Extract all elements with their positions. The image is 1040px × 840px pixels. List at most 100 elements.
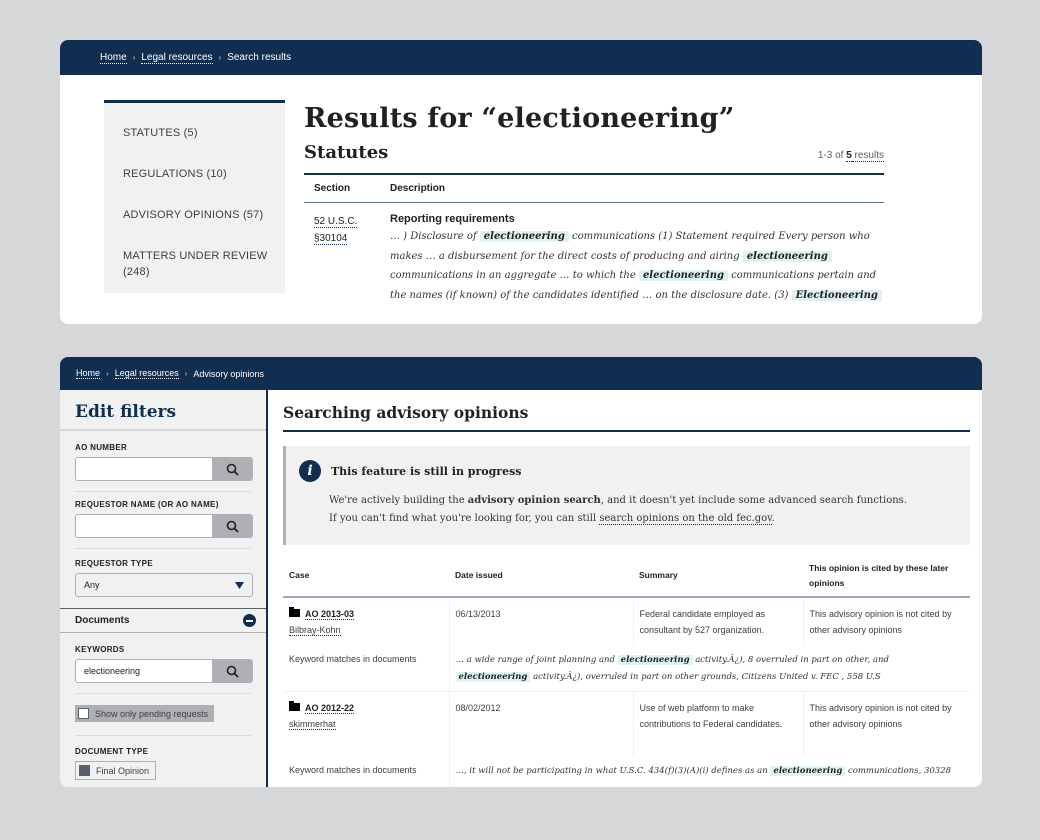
- breadcrumb-separator-icon: ›: [184, 369, 188, 378]
- breadcrumb-home[interactable]: Home: [76, 368, 101, 379]
- keywords-input[interactable]: [76, 660, 212, 682]
- section-title: Statutes: [304, 142, 389, 163]
- summary: Federal candidate employed as consultant…: [633, 597, 804, 645]
- chevron-down-icon: [235, 581, 244, 589]
- folder-icon: [289, 701, 300, 711]
- advisory-opinions-table: Case Date issued Summary This opinion is…: [283, 555, 970, 785]
- requestor-type-label: REQUESTOR TYPE: [75, 559, 153, 568]
- column-header-summary: Summary: [633, 555, 803, 598]
- filters-sidebar: Edit filters AO NUMBER REQUESTOR NAME (O…: [60, 390, 268, 787]
- folder-icon: [289, 607, 300, 617]
- final-opinion-label: Final Opinion: [96, 765, 150, 776]
- breadcrumb-current: Advisory opinions: [193, 368, 264, 379]
- notice-heading: This feature is still in progress: [331, 464, 522, 478]
- final-opinion-checkbox[interactable]: Final Opinion: [75, 761, 157, 780]
- column-header-section: Section: [314, 183, 351, 194]
- requestor-name-input[interactable]: [76, 515, 212, 537]
- document-type-filter: DOCUMENT TYPE Final Opinion: [60, 736, 266, 781]
- column-header-case: Case: [283, 555, 449, 598]
- date-issued: 06/13/2013: [449, 597, 634, 645]
- page-title: Searching advisory opinions: [283, 390, 970, 432]
- old-fec-search-link[interactable]: search opinions on the old fec.gov: [599, 513, 772, 525]
- breadcrumb-separator-icon: ›: [132, 53, 136, 62]
- keyword-matches-label: Keyword matches in documents: [283, 755, 450, 785]
- keyword-matches-row: Keyword matches in documents …, it will …: [283, 755, 970, 785]
- results-count: 1-3 of 5 results: [817, 150, 884, 162]
- sidebar-item-regulations[interactable]: REGULATIONS (10): [123, 166, 273, 182]
- requestor-name-filter: REQUESTOR NAME (OR AO NAME): [60, 492, 266, 548]
- keyword-highlight: electioneering: [770, 765, 846, 776]
- summary: Use of web platform to make contribution…: [633, 691, 804, 756]
- ao-number-input[interactable]: [76, 458, 212, 480]
- statute-title: Reporting requirements: [390, 213, 515, 225]
- page-title: Results for “electioneering”: [304, 103, 735, 134]
- statute-snippet: … ) Disclosure of electioneering communi…: [390, 227, 884, 305]
- requestor-name-label: REQUESTOR NAME (OR AO NAME): [75, 500, 219, 509]
- results-main: Results for “electioneering” Statutes 1-…: [304, 100, 884, 305]
- pending-requests-checkbox[interactable]: Show only pending requests: [75, 705, 215, 722]
- category-sidebar: STATUTES (5) REGULATIONS (10) ADVISORY O…: [104, 100, 285, 293]
- documents-section-toggle[interactable]: Documents: [60, 608, 266, 633]
- document-type-label: DOCUMENT TYPE: [75, 747, 149, 756]
- requestor-type-select[interactable]: Any: [75, 573, 253, 597]
- case-name-link[interactable]: Bilbray-Kohn: [289, 625, 341, 636]
- statute-citation-link[interactable]: 52 U.S.C. §30104: [304, 213, 390, 305]
- table-row: AO 2013-03 Bilbray-Kohn 06/13/2013 Feder…: [283, 597, 970, 645]
- notice-body: We're actively building the advisory opi…: [329, 495, 907, 525]
- keywords-filter: KEYWORDS: [60, 633, 266, 693]
- keyword-highlight: electioneering: [617, 655, 693, 665]
- case-number-link[interactable]: AO 2013-03: [305, 609, 355, 620]
- documents-label: Documents: [75, 615, 130, 626]
- keyword-snippet: … a wide range of joint planning and ele…: [455, 655, 889, 682]
- checkbox-icon: [78, 708, 89, 719]
- pending-requests-label: Show only pending requests: [95, 708, 209, 719]
- sidebar-item-matters-under-review[interactable]: MATTERS UNDER REVIEW (248): [123, 248, 273, 280]
- breadcrumb-home[interactable]: Home: [100, 52, 127, 64]
- table-row: 52 U.S.C. §30104 Reporting requirements …: [304, 203, 884, 305]
- keyword-highlight: electioneering: [742, 250, 832, 262]
- requestor-name-search-button[interactable]: [212, 515, 252, 537]
- keywords-label: KEYWORDS: [75, 645, 125, 654]
- info-icon: i: [299, 460, 321, 482]
- search-results-panel: Home › Legal resources › Search results …: [60, 40, 982, 324]
- sidebar-item-advisory-opinions[interactable]: ADVISORY OPINIONS (57): [123, 207, 273, 223]
- keyword-matches-label: Keyword matches in documents: [283, 645, 450, 692]
- statutes-table-header: Section Description: [304, 173, 884, 203]
- keywords-search-button[interactable]: [212, 660, 252, 682]
- pending-filter: Show only pending requests: [60, 694, 266, 735]
- column-header-date: Date issued: [449, 555, 633, 598]
- breadcrumb-current: Search results: [227, 52, 292, 63]
- search-icon: [226, 665, 239, 678]
- case-name-link[interactable]: skimmerhat: [289, 719, 336, 730]
- breadcrumb-separator-icon: ›: [218, 53, 222, 62]
- requestor-type-value: Any: [84, 580, 100, 590]
- search-icon: [226, 463, 239, 476]
- breadcrumb-legal-resources[interactable]: Legal resources: [114, 368, 179, 379]
- breadcrumb-legal-resources[interactable]: Legal resources: [141, 52, 213, 64]
- requestor-type-filter: REQUESTOR TYPE Any: [60, 549, 266, 608]
- ao-number-search-button[interactable]: [212, 458, 252, 480]
- total-results-link[interactable]: 5: [846, 150, 852, 162]
- sidebar-item-statutes[interactable]: STATUTES (5): [123, 125, 273, 141]
- breadcrumb: Home › Legal resources › Advisory opinio…: [60, 357, 982, 390]
- column-header-cited: This opinion is cited by these later opi…: [803, 555, 970, 598]
- advisory-opinions-panel: Home › Legal resources › Advisory opinio…: [60, 357, 982, 787]
- keyword-highlight: electioneering: [638, 270, 728, 281]
- case-number-link[interactable]: AO 2012-22: [305, 703, 355, 714]
- advisory-opinions-main: Searching advisory opinions i This featu…: [283, 390, 970, 785]
- cited-by: This advisory opinion is not cited by ot…: [803, 691, 970, 756]
- collapse-icon[interactable]: [243, 614, 256, 627]
- keyword-highlight: Electioneering: [791, 289, 882, 301]
- cited-by: This advisory opinion is not cited by ot…: [809, 609, 952, 635]
- keyword-snippet: …, it will not be participating in what …: [455, 765, 952, 776]
- column-header-description: Description: [390, 183, 446, 194]
- ao-number-label: AO NUMBER: [75, 443, 128, 452]
- keyword-highlight: electioneering: [455, 672, 531, 682]
- keyword-matches-row: Keyword matches in documents … a wide ra…: [283, 645, 970, 692]
- ao-number-filter: AO NUMBER: [60, 431, 266, 491]
- filters-title: Edit filters: [60, 390, 266, 431]
- feature-notice: i This feature is still in progress We'r…: [283, 446, 970, 545]
- breadcrumb: Home › Legal resources › Search results: [60, 40, 982, 75]
- breadcrumb-separator-icon: ›: [106, 369, 109, 378]
- keyword-highlight: electioneering: [479, 231, 569, 242]
